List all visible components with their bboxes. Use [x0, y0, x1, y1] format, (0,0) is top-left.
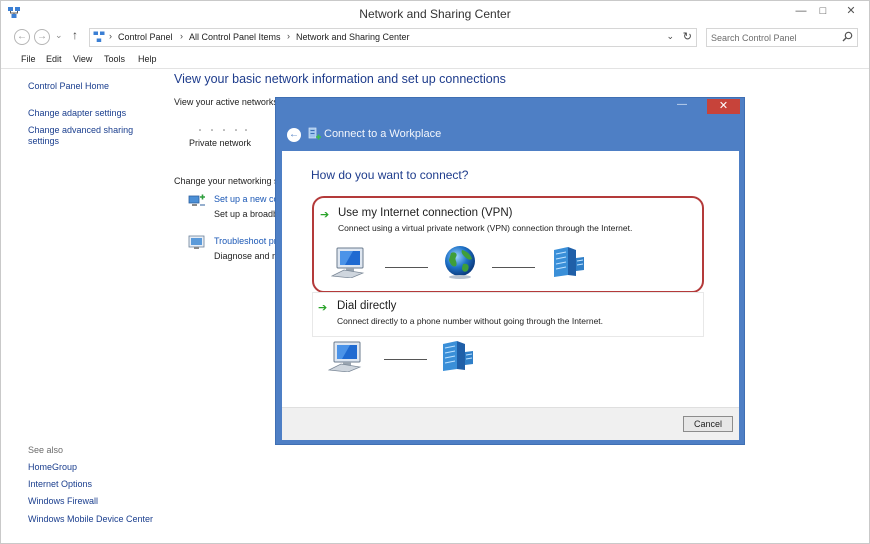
- breadcrumb-separator: ›: [109, 31, 112, 41]
- computer-icon: [328, 341, 362, 372]
- breadcrumb-all-items[interactable]: All Control Panel Items: [189, 32, 281, 42]
- connect-workplace-dialog: — □ ✕ ← Connect to a Workplace How do yo…: [275, 97, 745, 445]
- active-networks-label: View your active networks: [174, 97, 278, 107]
- up-button[interactable]: ↑: [72, 28, 78, 42]
- workplace-server-icon: [443, 341, 473, 371]
- workplace-server-icon: [554, 247, 584, 277]
- windows-mobile-device-center-link[interactable]: Windows Mobile Device Center: [28, 514, 153, 524]
- menu-help[interactable]: Help: [138, 54, 157, 64]
- network-type-label: Private network: [189, 138, 252, 148]
- address-box[interactable]: › Control Panel › All Control Panel Item…: [89, 28, 697, 47]
- forward-button[interactable]: →: [34, 29, 50, 45]
- maximize-button[interactable]: □: [812, 4, 834, 18]
- breadcrumb-separator: ›: [180, 31, 183, 41]
- change-advanced-sharing-link[interactable]: Change advanced sharing settings: [28, 125, 148, 147]
- dial-option-description: Connect directly to a phone number witho…: [337, 316, 604, 326]
- workplace-connection-icon: [308, 127, 321, 140]
- network-name-dots: [199, 129, 247, 131]
- breadcrumb-control-panel[interactable]: Control Panel: [118, 32, 173, 42]
- dialog-body: How do you want to connect? ➔ Use my Int…: [282, 151, 739, 407]
- dial-directly-option[interactable]: ➔ Dial directly Connect directly to a ph…: [312, 292, 704, 337]
- setup-new-connection-link[interactable]: Set up a new co: [214, 194, 279, 204]
- troubleshoot-description: Diagnose and re: [214, 251, 281, 261]
- menu-tools[interactable]: Tools: [104, 54, 125, 64]
- address-dropdown-button[interactable]: ⌄: [666, 31, 674, 42]
- close-button[interactable]: ✕: [840, 4, 862, 18]
- title-bar: Network and Sharing Center — □ ✕: [1, 1, 869, 25]
- back-button[interactable]: ←: [14, 29, 30, 45]
- vpn-option-title: Use my Internet connection (VPN): [338, 207, 513, 219]
- dialog-footer: Cancel: [282, 407, 739, 440]
- vpn-option-description: Connect using a virtual private network …: [338, 223, 633, 233]
- menu-view[interactable]: View: [73, 54, 92, 64]
- search-input[interactable]: [711, 32, 836, 44]
- connection-line: [492, 267, 535, 268]
- change-adapter-settings-link[interactable]: Change adapter settings: [28, 108, 126, 118]
- arrow-right-icon: ➔: [320, 209, 330, 221]
- troubleshoot-icon: [188, 235, 205, 249]
- dialog-close-button[interactable]: ✕: [707, 99, 740, 114]
- vpn-option[interactable]: ➔ Use my Internet connection (VPN) Conne…: [312, 196, 704, 293]
- breadcrumb-separator: ›: [287, 31, 290, 41]
- windows-firewall-link[interactable]: Windows Firewall: [28, 496, 98, 506]
- control-panel-home-link[interactable]: Control Panel Home: [28, 81, 109, 91]
- see-also-label: See also: [28, 445, 64, 455]
- search-icon[interactable]: [842, 31, 853, 42]
- dialog-title: Connect to a Workplace: [324, 128, 442, 140]
- troubleshoot-problems-link[interactable]: Troubleshoot pr: [214, 236, 277, 246]
- dialog-back-button[interactable]: ←: [287, 128, 301, 142]
- internet-options-link[interactable]: Internet Options: [28, 479, 92, 489]
- internet-globe-icon: [445, 246, 475, 279]
- connection-line: [384, 359, 427, 360]
- refresh-button[interactable]: ↻: [683, 30, 692, 43]
- minimize-button[interactable]: —: [790, 4, 812, 18]
- address-bar: ← → ⌄ ↑ › Control Panel › All Control Pa…: [1, 26, 869, 49]
- connection-line: [385, 267, 428, 268]
- homegroup-link[interactable]: HomeGroup: [28, 462, 77, 472]
- page-heading: View your basic network information and …: [174, 72, 506, 86]
- window-title: Network and Sharing Center: [359, 7, 511, 21]
- dialog-minimize-button[interactable]: —: [672, 99, 692, 113]
- setup-connection-icon: [188, 194, 205, 206]
- search-box: [706, 28, 858, 47]
- menu-edit[interactable]: Edit: [46, 54, 62, 64]
- setup-connection-description: Set up a broadb: [214, 209, 279, 219]
- cancel-button[interactable]: Cancel: [683, 416, 733, 432]
- menu-file[interactable]: File: [21, 54, 36, 64]
- control-panel-icon: [93, 31, 105, 42]
- breadcrumb-network-center[interactable]: Network and Sharing Center: [296, 32, 410, 42]
- arrow-right-icon: ➔: [318, 302, 328, 314]
- dialog-question: How do you want to connect?: [311, 168, 469, 182]
- change-networking-label: Change your networking s: [174, 176, 279, 186]
- computer-icon: [331, 247, 365, 278]
- recent-locations-button[interactable]: ⌄: [55, 30, 63, 41]
- menu-bar: File Edit View Tools Help: [1, 51, 869, 69]
- dial-option-title: Dial directly: [337, 300, 397, 312]
